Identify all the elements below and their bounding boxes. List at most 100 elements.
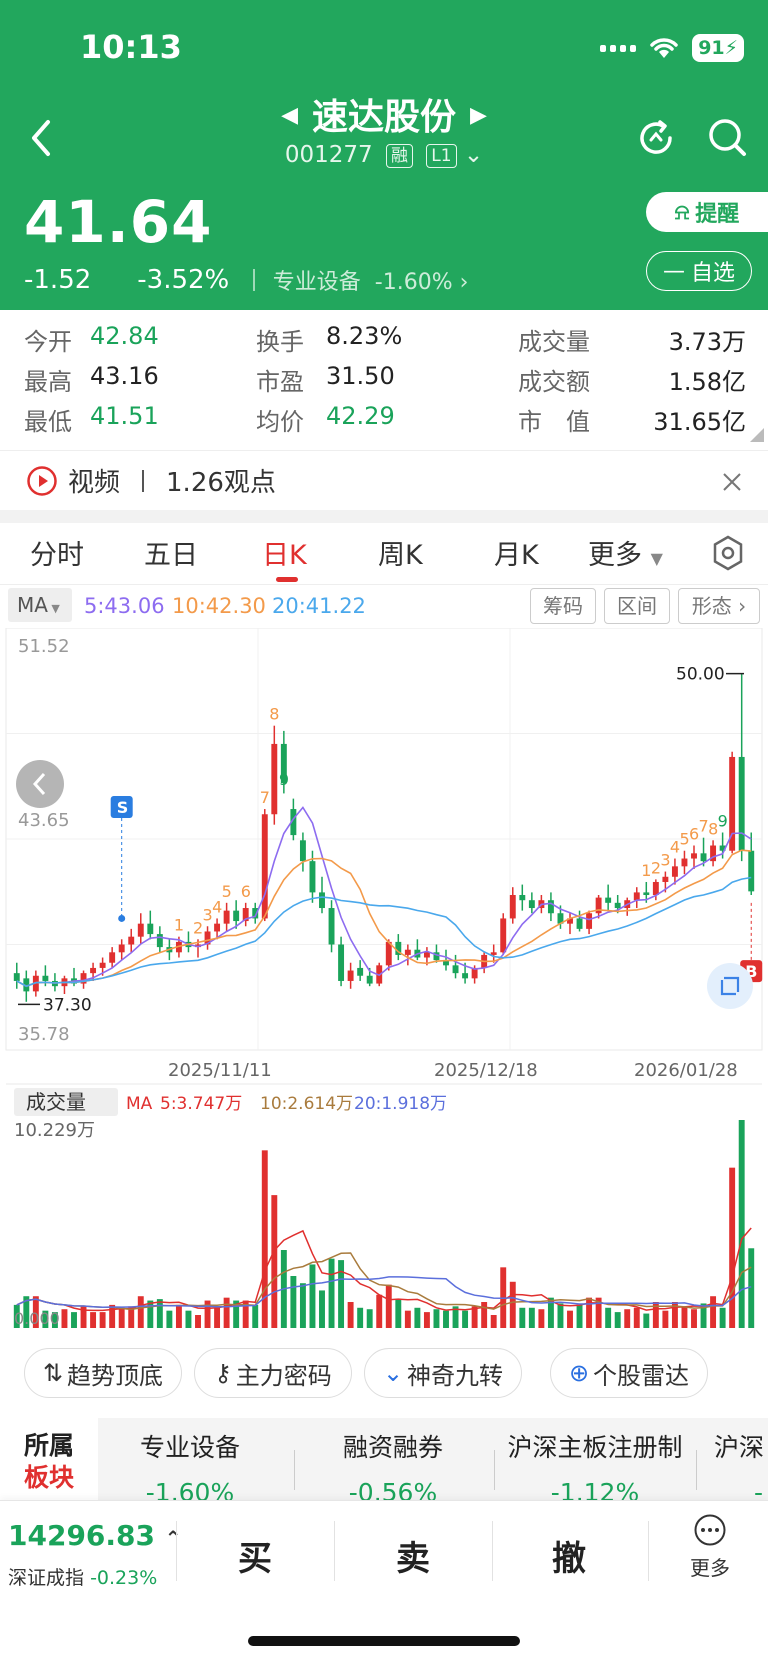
ma-select[interactable]: MA ▼ <box>8 588 72 622</box>
play-icon <box>27 465 57 496</box>
prev-stock-icon[interactable]: ◀ <box>281 103 298 128</box>
remind-button[interactable]: ⍾ 提醒 <box>646 192 768 232</box>
sector-item[interactable]: 融资融券 -0.56% <box>298 1428 488 1500</box>
volume-bar <box>357 1307 364 1328</box>
chip-chips-distribution[interactable]: 筹码 <box>530 588 596 624</box>
tab-more[interactable]: 更多 ▼ <box>588 533 663 572</box>
more-button[interactable]: 更多 <box>680 1513 740 1581</box>
volume-bar <box>299 1283 306 1328</box>
candle-body <box>605 897 612 903</box>
volume-bar <box>376 1294 383 1328</box>
stock-radar-button[interactable]: ⊕ 个股雷达 <box>550 1348 708 1398</box>
volume-ma5-line <box>16 1227 752 1312</box>
level-tag: L1 <box>426 143 457 168</box>
tab-intraday[interactable]: 分时 <box>30 533 84 572</box>
candle-body <box>633 892 640 901</box>
index-value[interactable]: 14296.83 ⌃ <box>8 1519 182 1552</box>
stock-code: 001277 <box>284 142 373 168</box>
sector-item[interactable]: 专业设备 -1.60% <box>98 1428 282 1500</box>
divider <box>253 269 255 291</box>
corner-expand-icon[interactable] <box>750 428 764 442</box>
candle-body <box>700 853 707 862</box>
status-time: 10:13 <box>80 28 182 66</box>
candle-body <box>509 895 516 919</box>
volume-ma10: 10:2.614万 <box>260 1094 353 1114</box>
candle-body <box>738 756 745 851</box>
sector-item[interactable]: 沪深主板注册制 -1.12% <box>498 1428 692 1500</box>
nine-turn-label: 9 <box>279 770 289 789</box>
tab-monthly-k[interactable]: 月K <box>494 533 539 572</box>
chip-pattern[interactable]: 形态 › <box>678 588 760 624</box>
chevron-down-icon[interactable]: ⌄ <box>464 142 483 168</box>
volume-bar <box>195 1315 201 1328</box>
candle-body <box>347 970 354 981</box>
volume-bar <box>147 1300 154 1328</box>
volume-bar <box>252 1304 259 1328</box>
home-indicator <box>248 1636 520 1646</box>
cancel-order-button[interactable]: 撤 <box>552 1531 586 1580</box>
volume-ma20-line <box>16 1276 752 1308</box>
volume-bar <box>633 1307 640 1328</box>
magic-nine-button[interactable]: ⌄ 神奇九转 <box>364 1348 522 1398</box>
kline-chart[interactable]: 51.5243.6535.781 23 45 67891 2 34 5 6 7 8 9SB50.00… <box>0 628 768 1340</box>
video-bar[interactable]: 视频 1.26观点 <box>0 450 768 510</box>
axis-label-mid: 43.65 <box>18 810 70 831</box>
candle-body <box>118 944 125 953</box>
trend-top-bottom-button[interactable]: ⇅ 趋势顶底 <box>24 1348 182 1398</box>
high-mark-label: 50.00 <box>676 665 725 685</box>
volume-bar <box>118 1307 125 1328</box>
refresh-icon[interactable] <box>636 118 676 158</box>
battery-icon: 91⚡ <box>692 34 744 62</box>
bell-icon: ⍾ <box>674 199 690 225</box>
volume-bar <box>614 1312 621 1328</box>
kline-chart-area[interactable]: 51.52 43.65 35.78 1 2 3 4 5 6 7 8 9 1 2 3 4 5 6 7 8 9 S B 50.00… <box>0 628 768 1340</box>
candle-body <box>137 923 144 937</box>
sector-link[interactable]: 专业设备 -1.60% › <box>273 264 469 296</box>
tab-weekly-k[interactable]: 周K <box>378 533 423 572</box>
watchlist-button[interactable]: — 自选 <box>646 251 752 291</box>
buy-button[interactable]: 买 <box>238 1531 272 1580</box>
volume-bar <box>261 1150 268 1328</box>
date-label: 2025/12/18 <box>434 1060 538 1081</box>
volume-ma20: 20:1.918万 <box>354 1094 447 1114</box>
candle-body <box>357 967 364 976</box>
volume-bar <box>90 1312 97 1328</box>
tab-daily-k[interactable]: 日K <box>262 533 307 572</box>
volume-bar <box>395 1299 402 1328</box>
candle-body <box>13 973 20 981</box>
volume-bar <box>567 1310 573 1328</box>
volume-bar <box>290 1276 297 1328</box>
axis-label-bottom: 35.78 <box>18 1024 70 1045</box>
volume-bar <box>719 1307 726 1328</box>
nine-turn-label: 8 <box>269 705 279 724</box>
signal-s-label: S <box>117 798 129 817</box>
volume-bar <box>481 1302 488 1328</box>
candle-body <box>691 853 697 859</box>
volume-bar <box>309 1264 316 1328</box>
ma20-line <box>16 876 752 988</box>
volume-bar <box>414 1307 421 1328</box>
next-stock-icon[interactable]: ▶ <box>470 103 487 128</box>
tab-five-day[interactable]: 五日 <box>144 533 198 572</box>
volume-bar <box>214 1307 221 1328</box>
close-icon[interactable] <box>722 472 742 492</box>
main-force-code-button[interactable]: ⚷ 主力密码 <box>194 1348 352 1398</box>
volume-bar <box>681 1306 688 1328</box>
radar-icon: ⊕ <box>568 1359 590 1387</box>
volume-ma-label: MA <box>126 1094 153 1114</box>
volume-bar <box>519 1307 526 1328</box>
divider <box>294 1450 295 1490</box>
search-icon[interactable] <box>706 116 748 158</box>
volume-ma5: 5:3.747万 <box>160 1094 242 1114</box>
volume-bar <box>691 1309 697 1328</box>
low-mark-label: 37.30 <box>43 995 92 1015</box>
sector-item[interactable]: 沪深 - <box>714 1428 768 1500</box>
video-label: 视频 <box>68 468 121 498</box>
settings-icon[interactable] <box>712 535 744 571</box>
volume-bar <box>710 1296 717 1328</box>
sell-button[interactable]: 卖 <box>396 1531 430 1580</box>
candle-body <box>519 895 526 901</box>
volume-ma10-line <box>16 1252 752 1311</box>
candle-body <box>500 918 507 953</box>
chip-range[interactable]: 区间 <box>604 588 670 624</box>
